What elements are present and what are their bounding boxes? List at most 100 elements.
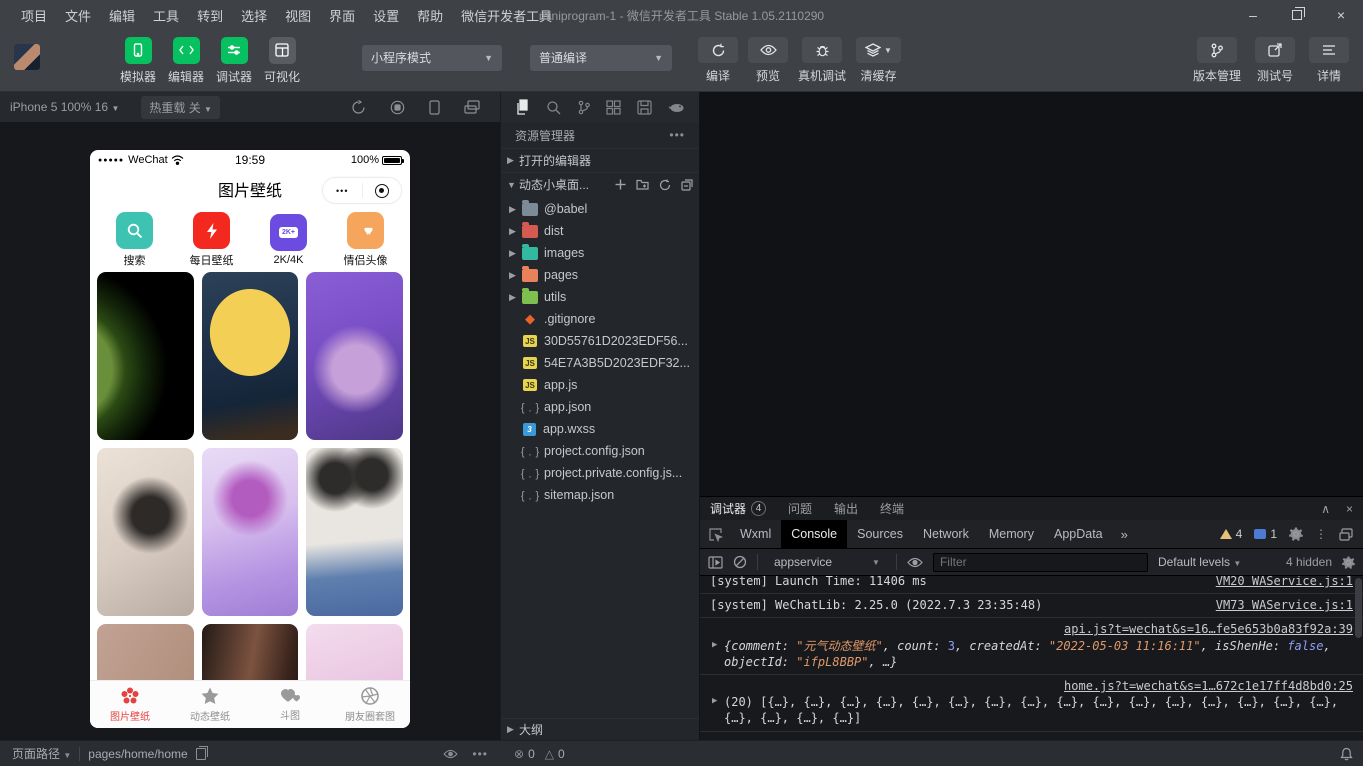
menu-view[interactable]: 视图 [276,6,320,25]
more-actions-button[interactable]: ••• [669,128,685,142]
file-app-js[interactable]: JSapp.js [501,374,699,396]
wallpaper-thumbnail[interactable] [202,624,299,680]
folder-dist[interactable]: ▶dist [501,220,699,242]
menu-goto[interactable]: 转到 [188,6,232,25]
hot-reload-toggle[interactable]: 热重载 关 ▼ [141,96,220,119]
device-select[interactable]: iPhone 5 100% 16 ▼ [10,100,119,114]
menu-select[interactable]: 选择 [232,6,276,25]
visual-toggle[interactable]: 可视化 [258,37,306,85]
git-branch-icon[interactable] [577,100,591,115]
collapse-panel-icon[interactable]: ∧ [1321,502,1330,516]
eye-icon[interactable] [443,749,458,759]
compile-mode-select[interactable]: 普通编译 ▼ [530,45,672,71]
more-tabs-button[interactable]: » [1113,527,1136,542]
object-preview[interactable]: ▶{comment: "元气动态壁纸", count: 3, createdAt… [710,638,1353,670]
tab-memory[interactable]: Memory [979,520,1044,548]
rotate-icon[interactable] [351,100,366,115]
version-manage-button[interactable]: 版本管理 [1193,37,1241,84]
settings-gear-icon[interactable] [1289,527,1303,541]
menu-interface[interactable]: 界面 [320,6,364,25]
page-path-select[interactable]: 页面路径 ▼ [12,745,71,762]
source-link[interactable]: home.js?t=wechat&s=1…672c1e17ff4d8bd0:25 [1064,679,1353,693]
folder-pages[interactable]: ▶pages [501,264,699,286]
details-button[interactable]: 详情 [1309,37,1349,84]
wallpaper-thumbnail[interactable] [306,272,403,440]
more-button[interactable]: ••• [323,186,362,196]
new-folder-icon[interactable] [636,179,649,190]
preview-button[interactable]: 预览 [748,37,788,84]
cascade-windows-icon[interactable] [464,100,480,115]
open-editors-section[interactable]: ▶ 打开的编辑器 [501,148,699,172]
notification-bell-icon[interactable] [1340,747,1353,761]
console-scrollbar[interactable] [1355,578,1362,638]
folder-babel[interactable]: ▶@babel [501,198,699,220]
debugger-toggle[interactable]: 调试器 [210,37,258,85]
minimize-capsule-button[interactable] [363,184,402,198]
inspect-element-icon[interactable] [700,527,730,542]
wallpaper-thumbnail[interactable] [306,624,403,680]
project-section[interactable]: ▼ 动态小桌面... [501,172,699,196]
search-icon[interactable] [546,100,561,115]
context-select[interactable]: appservice▼ [768,555,886,569]
tab-debugger[interactable]: 调试器4 [710,500,766,517]
menu-devtools[interactable]: 微信开发者工具 [452,6,561,25]
console-prompt[interactable]: › [700,732,1363,741]
menu-project[interactable]: 项目 [12,6,56,25]
wallpaper-thumbnail[interactable] [97,448,194,616]
tab-image-wallpaper[interactable]: 图片壁纸 [90,686,170,723]
wallpaper-thumbnail[interactable] [202,272,299,440]
menu-edit[interactable]: 编辑 [100,6,144,25]
file-app-wxss[interactable]: 3app.wxss [501,418,699,440]
source-link[interactable]: api.js?t=wechat&s=16…fe5e653b0a83f92a:39 [1064,622,1353,636]
menu-help[interactable]: 帮助 [408,6,452,25]
file-app-json[interactable]: {﹒}app.json [501,396,699,418]
test-account-button[interactable]: 测试号 [1255,37,1295,84]
info-counter[interactable]: 1 [1254,527,1277,541]
wallpaper-thumbnail[interactable] [97,272,194,440]
quick-2k4k[interactable]: 2K+ 2K/4K [259,214,319,266]
more-actions-button[interactable]: ••• [472,747,488,761]
quick-search[interactable]: 搜索 [105,212,165,268]
cloud-dev-icon[interactable] [668,101,685,114]
tab-meme[interactable]: 斗图 [250,687,330,722]
live-expression-eye-icon[interactable] [907,557,923,568]
clear-cache-button[interactable]: ▼ 清缓存 [856,37,901,84]
close-button[interactable]: × [1319,0,1363,30]
quick-daily-wallpaper[interactable]: 每日壁纸 [182,212,242,268]
wallpaper-thumbnail[interactable] [202,448,299,616]
files-icon[interactable] [515,99,530,115]
new-file-icon[interactable] [615,179,626,190]
file-hash2[interactable]: JS54E7A3B5D2023EDF32... [501,352,699,374]
wallpaper-thumbnail[interactable] [306,448,403,616]
sidebar-toggle-icon[interactable] [708,556,723,569]
tab-console[interactable]: Console [781,520,847,548]
filter-input[interactable] [933,553,1148,572]
compile-button[interactable]: 编译 [698,37,738,84]
file-sitemap[interactable]: {﹒}sitemap.json [501,484,699,506]
copy-icon[interactable] [196,748,206,760]
warning-counter[interactable]: 4 [1220,527,1243,541]
tab-moments-set[interactable]: 朋友圈套图 [330,686,410,723]
folder-images[interactable]: ▶images [501,242,699,264]
source-link[interactable]: VM20 WAService.js:1 [1216,576,1353,589]
menu-settings[interactable]: 设置 [364,6,408,25]
file-project-config[interactable]: {﹒}project.config.json [501,440,699,462]
user-avatar[interactable] [14,44,40,70]
tab-sources[interactable]: Sources [847,520,913,548]
file-gitignore[interactable]: ◆.gitignore [501,308,699,330]
console-settings-gear-icon[interactable] [1342,556,1355,569]
source-link[interactable]: VM73 WAService.js:1 [1216,597,1353,613]
quick-couple-avatar[interactable]: ♥♥ 情侣头像 [336,212,396,268]
editor-toggle[interactable]: 编辑器 [162,37,210,85]
save-icon[interactable] [637,100,652,115]
wallpaper-thumbnail[interactable] [97,624,194,680]
tab-terminal[interactable]: 终端 [880,500,904,517]
collapse-all-icon[interactable] [681,179,693,191]
folder-utils[interactable]: ▶utils [501,286,699,308]
file-hash1[interactable]: JS30D55761D2023EDF56... [501,330,699,352]
outline-section[interactable]: ▶ 大纲 [501,718,699,740]
tab-appdata[interactable]: AppData [1044,520,1113,548]
expand-arrow-icon[interactable]: ▶ [712,639,717,651]
close-panel-icon[interactable]: × [1346,502,1353,516]
expand-arrow-icon[interactable]: ▶ [712,695,717,707]
